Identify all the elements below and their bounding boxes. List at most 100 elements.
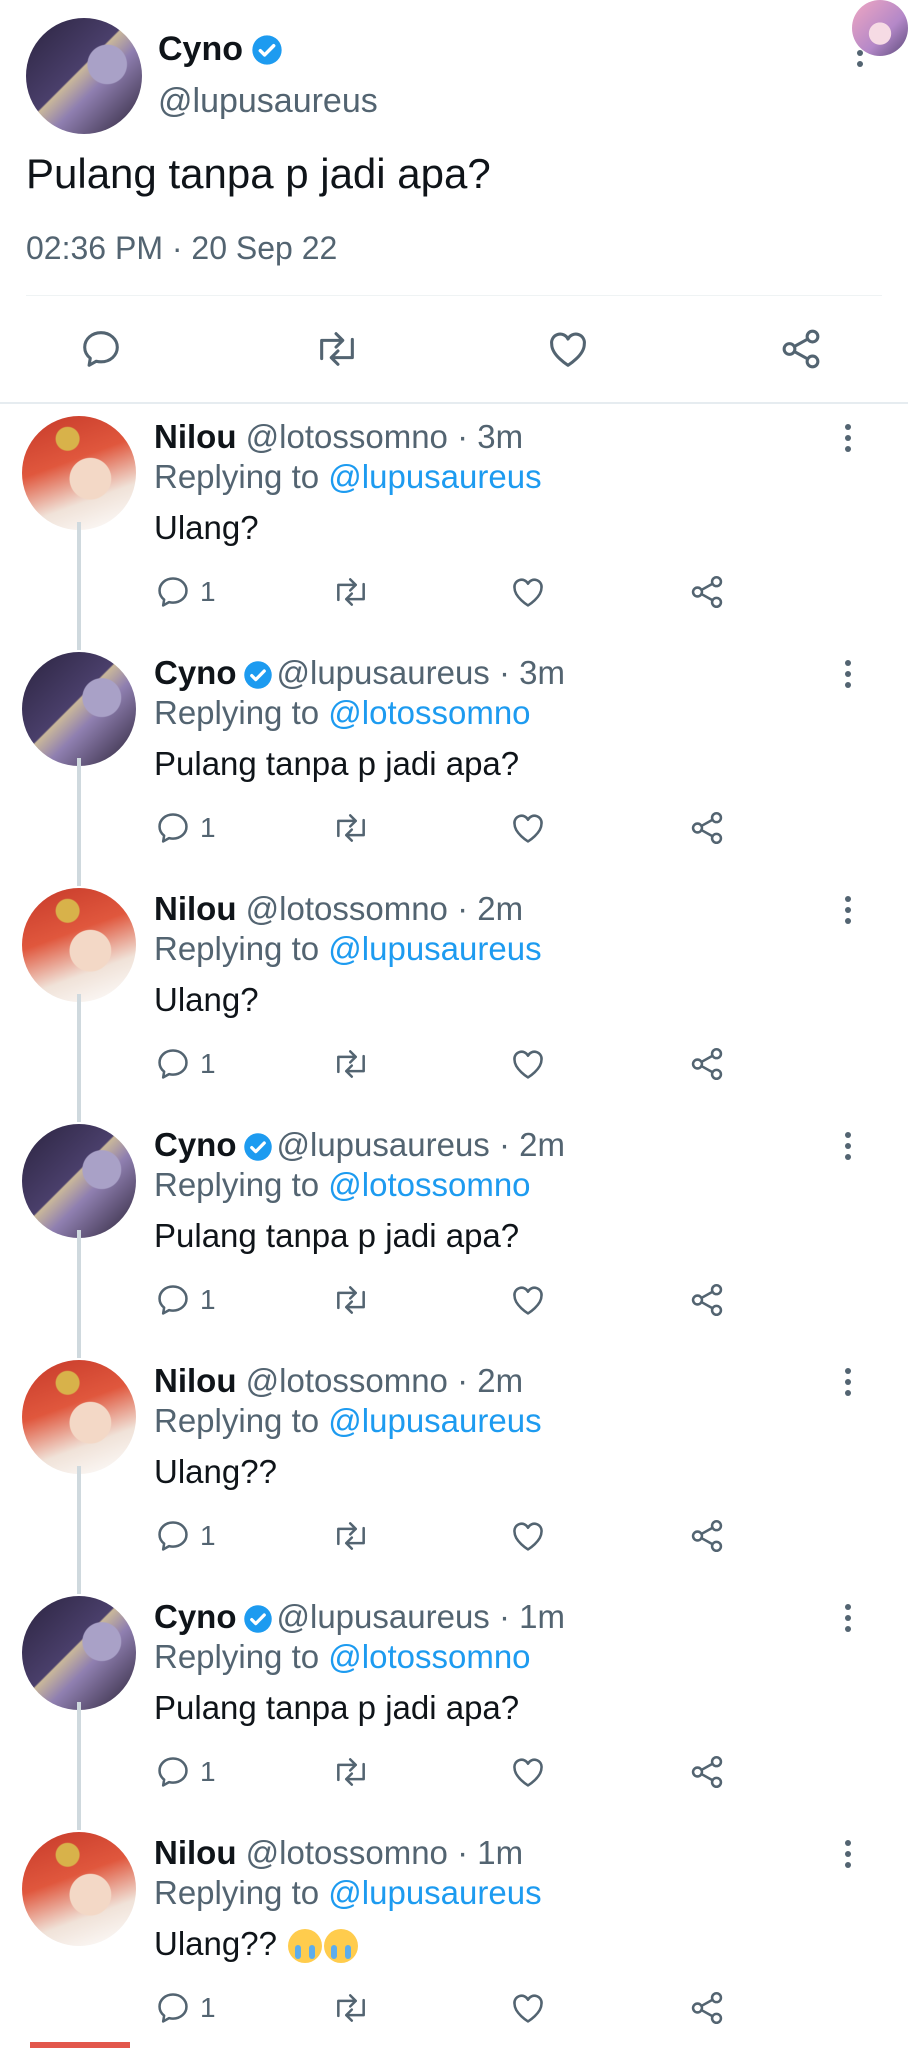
like-icon[interactable] [545,326,595,376]
nilou-avatar[interactable] [22,1360,136,1474]
share-icon[interactable] [688,1516,726,1556]
retweet-icon[interactable] [312,326,362,376]
reply-tweet[interactable]: Nilou @lotossomno · 1m Replying to @lupu… [0,1822,908,2058]
retweet-icon[interactable] [330,1044,372,1084]
reply-handle-time: @lotossomno · 3m [245,418,524,455]
more-icon[interactable] [843,1604,853,1637]
like-icon[interactable] [509,1044,547,1084]
reply-author-name: Cyno [154,1598,237,1635]
replying-to: Replying to @lupusaureus [154,1874,542,1912]
cyno-avatar[interactable] [22,1124,136,1238]
reply-tweet[interactable]: Cyno @lupusaureus · 2m Replying to @lotos… [0,1114,908,1358]
like-icon[interactable] [509,1988,547,2028]
more-icon[interactable] [855,50,865,72]
replying-to: Replying to @lupusaureus [154,930,542,968]
more-icon[interactable] [843,1368,853,1401]
reply-button[interactable]: 1 [154,808,216,848]
reply-count: 1 [200,1048,216,1079]
reply-header[interactable]: Nilou @lotossomno · 2m [154,890,523,928]
like-icon[interactable] [509,572,547,612]
reply-button[interactable]: 1 [154,1988,216,2028]
like-icon[interactable] [509,1516,547,1556]
thread-line [77,1702,81,1830]
reply-handle-time: @lotossomno · 2m [245,1362,524,1399]
cyno-avatar[interactable] [22,1596,136,1710]
reply-header[interactable]: Cyno @lupusaureus · 1m [154,1598,565,1636]
share-icon[interactable] [688,1752,726,1792]
reply-button[interactable]: 1 [154,1516,216,1556]
more-icon[interactable] [843,1840,853,1873]
reply-tweet[interactable]: Nilou @lotossomno · 3m Replying to @lupu… [0,406,908,650]
reply-icon [154,809,192,847]
reply-handle-time: @lupusaureus · 2m [276,1126,565,1163]
reply-tweet[interactable]: Nilou @lotossomno · 2m Replying to @lupu… [0,878,908,1122]
share-icon[interactable] [688,808,726,848]
reply-button[interactable]: 1 [154,1280,216,1320]
tweet-timestamp[interactable]: 02:36 PM · 20 Sep 22 [26,230,337,267]
reply-icon[interactable] [78,326,128,376]
share-icon[interactable] [688,1280,726,1320]
retweet-icon[interactable] [330,808,372,848]
replying-to-prefix: Replying to [154,1638,320,1675]
nilou-avatar[interactable] [22,888,136,1002]
more-icon[interactable] [843,660,853,693]
like-icon[interactable] [509,808,547,848]
reply-text: Ulang? [154,981,259,1019]
share-icon[interactable] [688,1044,726,1084]
reply-header[interactable]: Cyno @lupusaureus · 3m [154,654,565,692]
cyno-avatar[interactable] [26,18,142,134]
more-icon[interactable] [843,896,853,929]
retweet-icon[interactable] [330,1516,372,1556]
reply-button[interactable]: 1 [154,572,216,612]
replying-to-handle[interactable]: @lupusaureus [328,930,541,967]
replying-to: Replying to @lotossomno [154,1166,531,1204]
author-handle[interactable]: @lupusaureus [158,82,378,121]
reply-tweet[interactable]: Nilou @lotossomno · 2m Replying to @lupu… [0,1350,908,1594]
main-tweet: Cyno @lupusaureus Pulang tanpa p jadi ap… [0,0,908,402]
replying-to: Replying to @lotossomno [154,694,531,732]
share-icon[interactable] [688,1988,726,2028]
account-avatar[interactable] [852,0,908,56]
retweet-icon[interactable] [330,1752,372,1792]
verified-icon [243,1604,273,1634]
replying-to: Replying to @lupusaureus [154,458,542,496]
crying-emoji-icon [324,1929,359,1964]
share-icon[interactable] [688,572,726,612]
reply-author-name: Nilou [154,1362,237,1399]
retweet-icon[interactable] [330,572,372,612]
verified-icon [251,34,283,66]
retweet-icon[interactable] [330,1280,372,1320]
reply-header[interactable]: Cyno @lupusaureus · 2m [154,1126,565,1164]
reply-author-name: Cyno [154,1126,237,1163]
like-icon[interactable] [509,1280,547,1320]
reply-button[interactable]: 1 [154,1044,216,1084]
replying-to-handle[interactable]: @lotossomno [328,1166,530,1203]
replying-to-prefix: Replying to [154,1874,320,1911]
replying-to: Replying to @lotossomno [154,1638,531,1676]
like-icon[interactable] [509,1752,547,1792]
reply-header[interactable]: Nilou @lotossomno · 1m [154,1834,523,1872]
verified-icon [243,1132,273,1162]
reply-tweet[interactable]: Cyno @lupusaureus · 3m Replying to @lotos… [0,642,908,886]
reply-handle-time: @lotossomno · 2m [245,890,524,927]
reply-header[interactable]: Nilou @lotossomno · 2m [154,1362,523,1400]
replying-to-handle[interactable]: @lupusaureus [328,458,541,495]
replying-to-handle[interactable]: @lotossomno [328,694,530,731]
more-icon[interactable] [843,1132,853,1165]
reply-actions: 1 [154,1752,774,1796]
cyno-avatar[interactable] [22,652,136,766]
reply-button[interactable]: 1 [154,1752,216,1792]
more-icon[interactable] [843,424,853,457]
replying-to-handle[interactable]: @lupusaureus [328,1874,541,1911]
reply-tweet[interactable]: Cyno @lupusaureus · 1m Replying to @lotos… [0,1586,908,1830]
retweet-icon[interactable] [330,1988,372,2028]
replying-to-handle[interactable]: @lupusaureus [328,1402,541,1439]
main-tweet-author[interactable]: Cyno [158,30,283,69]
thread-separator [0,402,908,404]
share-icon[interactable] [778,326,828,376]
replying-to-handle[interactable]: @lotossomno [328,1638,530,1675]
nilou-avatar[interactable] [22,416,136,530]
nilou-avatar[interactable] [22,1832,136,1946]
reply-text: Ulang?? [154,1925,359,1964]
reply-header[interactable]: Nilou @lotossomno · 3m [154,418,523,456]
